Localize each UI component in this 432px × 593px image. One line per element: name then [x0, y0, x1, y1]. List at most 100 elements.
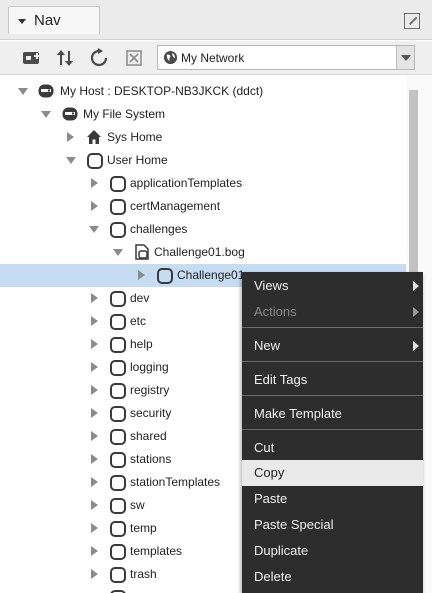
tree-label: applicationTemplates: [130, 176, 243, 190]
tree-label: shared: [130, 429, 167, 443]
tree-label: etc: [130, 314, 147, 328]
add-host-icon[interactable]: [20, 47, 42, 69]
folder-icon: [110, 498, 126, 514]
menu-item-label: Edit Tags: [254, 372, 308, 387]
tree-label: logging: [130, 360, 169, 374]
tab-menu-caret-icon[interactable]: [18, 19, 26, 24]
menu-item-label: Views: [254, 278, 289, 293]
folder-icon: [110, 291, 126, 307]
submenu-arrow-icon: [413, 307, 419, 317]
collapse-arrow-icon[interactable]: [89, 226, 99, 233]
menu-item-label: Duplicate: [254, 543, 309, 558]
expand-arrow-icon[interactable]: [91, 178, 98, 188]
refresh-icon[interactable]: [88, 47, 110, 69]
tree-row-folder[interactable]: applicationTemplates: [0, 172, 406, 195]
chevron-down-icon[interactable]: [396, 46, 414, 69]
menu-item-make-template[interactable]: Make Template: [242, 401, 423, 427]
bog-file-icon: [135, 244, 149, 260]
globe-icon: [163, 50, 178, 65]
tree-label: temp: [130, 521, 157, 535]
folder-icon: [110, 475, 126, 491]
tree-label: stations: [130, 452, 172, 466]
expand-arrow-icon[interactable]: [91, 385, 98, 395]
menu-item-label: Paste: [254, 491, 288, 506]
expand-arrow-icon[interactable]: [91, 569, 98, 579]
tree-label: Challenge01: [177, 268, 245, 282]
menu-item-edit-tags[interactable]: Edit Tags: [242, 367, 423, 393]
tree-row-host[interactable]: My Host : DESKTOP-NB3JKCK (ddct): [0, 80, 406, 103]
home-icon: [87, 130, 101, 144]
folder-icon: [110, 383, 126, 399]
tree-row-file-system[interactable]: My File System: [0, 103, 406, 126]
tree-label: templates: [130, 544, 183, 558]
expand-arrow-icon[interactable]: [91, 431, 98, 441]
tree-label: Sys Home: [107, 130, 163, 144]
menu-separator: [242, 429, 423, 430]
expand-arrow-icon[interactable]: [138, 270, 145, 280]
tree-label: certManagement: [130, 199, 221, 213]
context-menu: Views Actions New Edit Tags Make Templat…: [242, 272, 423, 593]
menu-separator: [242, 361, 423, 362]
menu-item-label: Cut: [254, 440, 275, 455]
folder-icon: [87, 153, 103, 169]
menu-item-label: Delete: [254, 569, 292, 584]
collapse-arrow-icon[interactable]: [41, 111, 51, 118]
tree-row-bog-file[interactable]: Challenge01.bog: [0, 241, 406, 264]
menu-item-copy[interactable]: Copy: [242, 460, 423, 486]
tree-row-challenges[interactable]: challenges: [0, 218, 406, 241]
expand-arrow-icon[interactable]: [91, 523, 98, 533]
collapse-arrow-icon[interactable]: [18, 88, 28, 95]
expand-arrow-icon[interactable]: [91, 201, 98, 211]
network-select-value: My Network: [181, 51, 245, 65]
nav-header: Nav: [0, 0, 432, 40]
menu-item-paste[interactable]: Paste: [242, 486, 423, 512]
tree-label: Challenge01.bog: [154, 245, 245, 259]
expand-arrow-icon[interactable]: [91, 500, 98, 510]
folder-icon: [110, 337, 126, 353]
folder-icon: [110, 199, 126, 215]
folder-icon: [110, 360, 126, 376]
expand-arrow-icon[interactable]: [91, 293, 98, 303]
menu-item-delete[interactable]: Delete: [242, 564, 423, 590]
tree-label: stationTemplates: [130, 475, 221, 489]
menu-separator: [242, 395, 423, 396]
menu-item-actions: Actions: [242, 299, 423, 325]
close-box-icon[interactable]: [123, 47, 145, 69]
maximize-icon[interactable]: [404, 13, 420, 29]
nav-title: Nav: [34, 12, 61, 29]
tree-row-user-home[interactable]: User Home: [0, 149, 406, 172]
tree-label: help: [130, 337, 153, 351]
folder-icon: [110, 406, 126, 422]
folder-icon: [110, 429, 126, 445]
expand-arrow-icon[interactable]: [91, 546, 98, 556]
expand-arrow-icon[interactable]: [67, 132, 74, 142]
menu-item-new[interactable]: New: [242, 333, 423, 359]
submenu-arrow-icon: [413, 341, 419, 351]
collapse-arrow-icon[interactable]: [66, 157, 76, 164]
tree-label: My File System: [83, 107, 166, 121]
expand-arrow-icon[interactable]: [91, 362, 98, 372]
expand-arrow-icon[interactable]: [91, 339, 98, 349]
folder-icon: [110, 521, 126, 537]
menu-item-label: Copy: [254, 465, 285, 480]
expand-arrow-icon[interactable]: [91, 408, 98, 418]
expand-arrow-icon[interactable]: [91, 454, 98, 464]
tree-label: My Host : DESKTOP-NB3JKCK (ddct): [60, 84, 264, 98]
submenu-arrow-icon: [413, 281, 419, 291]
expand-arrow-icon[interactable]: [91, 316, 98, 326]
tree-row-sys-home[interactable]: Sys Home: [0, 126, 406, 149]
folder-icon: [110, 544, 126, 560]
menu-item-paste-special[interactable]: Paste Special: [242, 512, 423, 538]
nav-tab[interactable]: Nav: [8, 6, 100, 34]
expand-arrow-icon[interactable]: [91, 477, 98, 487]
menu-item-duplicate[interactable]: Duplicate: [242, 538, 423, 564]
sort-icon[interactable]: [54, 47, 76, 69]
menu-separator: [242, 327, 423, 328]
collapse-arrow-icon[interactable]: [113, 249, 123, 256]
menu-item-views[interactable]: Views: [242, 273, 423, 299]
folder-icon: [110, 314, 126, 330]
tree-row-folder[interactable]: certManagement: [0, 195, 406, 218]
network-select[interactable]: My Network: [157, 45, 415, 70]
host-icon: [38, 84, 54, 98]
menu-item-cut[interactable]: Cut: [242, 435, 423, 461]
